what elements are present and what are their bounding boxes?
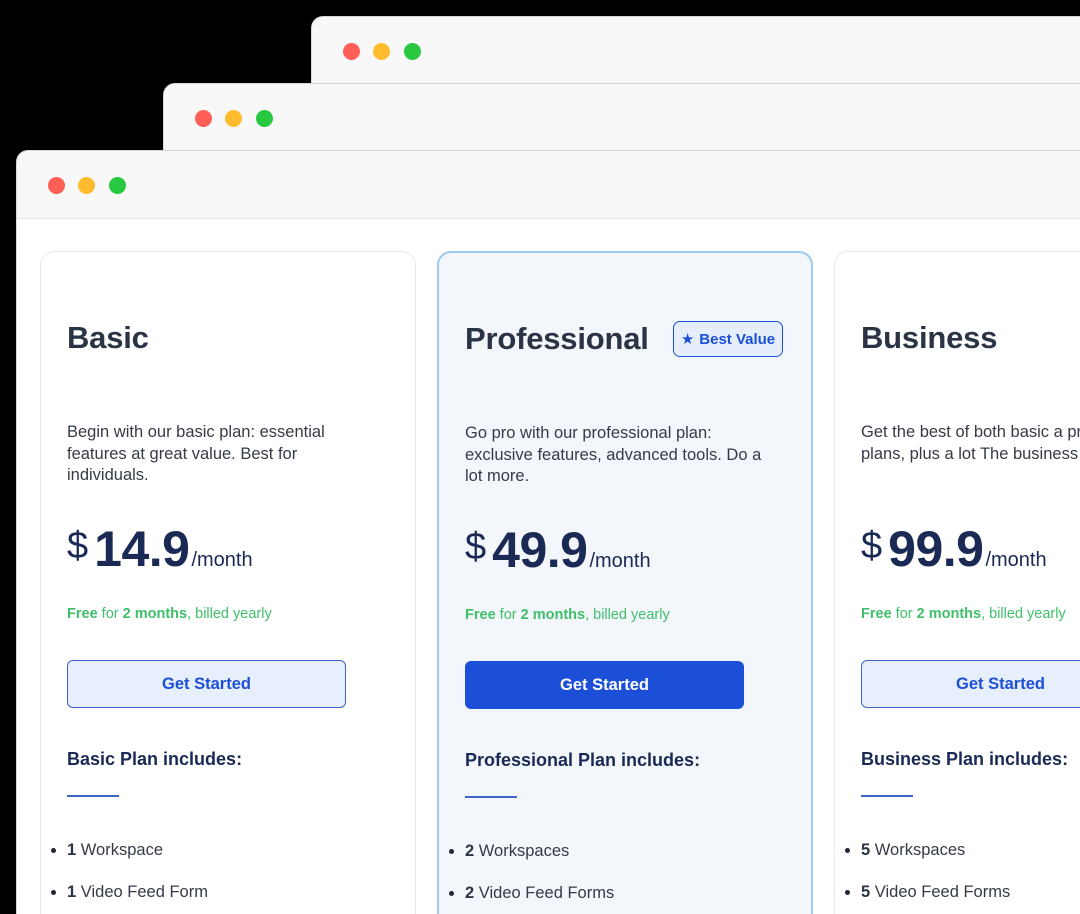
- billing-promo: Free for 2 months, billed yearly: [67, 606, 272, 622]
- feature-item: 1 Workspace: [51, 838, 208, 880]
- price-amount: 99.9: [888, 521, 984, 577]
- promo-months: 2 months: [122, 606, 188, 622]
- price-period: /month: [191, 549, 253, 571]
- promo-months: 2 months: [520, 607, 586, 623]
- promo-free: Free: [465, 607, 496, 623]
- billing-promo: Free for 2 months, billed yearly: [465, 607, 670, 623]
- maximize-window-button[interactable]: [109, 177, 126, 194]
- feature-count: 2: [465, 884, 475, 902]
- window-titlebar: [17, 151, 1080, 219]
- plan-price: $ 99.9 /month: [861, 520, 1047, 578]
- pricing-card-professional: Professional ★ Best Value Go pro with ou…: [437, 251, 813, 914]
- price-period: /month: [985, 549, 1047, 571]
- promo-billed: , billed yearly: [585, 607, 670, 623]
- feature-item: 2 Workspaces: [449, 839, 614, 881]
- promo-for: for: [97, 606, 123, 622]
- feature-count: 1: [67, 841, 77, 859]
- plan-name: Professional: [465, 321, 649, 356]
- close-window-button[interactable]: [48, 177, 65, 194]
- billing-promo: Free for 2 months, billed yearly: [861, 606, 1066, 622]
- promo-free: Free: [861, 606, 892, 622]
- minimize-window-button[interactable]: [78, 177, 95, 194]
- feature-label: Workspace: [76, 841, 163, 859]
- feature-list: 1 Workspace 1 Video Feed Form: [51, 838, 208, 914]
- promo-free: Free: [67, 606, 98, 622]
- plan-includes-title: Basic Plan includes:: [67, 749, 243, 769]
- feature-label: Workspaces: [870, 841, 966, 859]
- price-period: /month: [589, 550, 651, 572]
- badge-label: Best Value: [699, 330, 776, 348]
- browser-window-front: Basic Begin with our basic plan: essenti…: [16, 150, 1080, 914]
- pricing-card-basic: Basic Begin with our basic plan: essenti…: [40, 251, 416, 914]
- plan-name: Business: [861, 320, 998, 355]
- get-started-button[interactable]: Get Started: [861, 660, 1080, 708]
- plan-price: $ 14.9 /month: [67, 520, 253, 578]
- star-icon: ★: [680, 330, 695, 348]
- maximize-window-button[interactable]: [404, 43, 421, 60]
- plan-name: Basic: [67, 320, 149, 355]
- get-started-button[interactable]: Get Started: [465, 661, 744, 709]
- feature-count: 5: [861, 841, 871, 859]
- promo-billed: , billed yearly: [981, 606, 1066, 622]
- feature-label: Workspaces: [474, 842, 570, 860]
- section-divider: [465, 796, 517, 798]
- promo-for: for: [495, 607, 521, 623]
- plan-description: Go pro with our professional plan: exclu…: [465, 424, 762, 485]
- pricing-section: Basic Begin with our basic plan: essenti…: [17, 219, 1080, 914]
- window-titlebar: [312, 17, 1080, 85]
- close-window-button[interactable]: [195, 110, 212, 127]
- plan-price: $ 49.9 /month: [465, 521, 651, 579]
- window-titlebar: [164, 84, 1080, 152]
- pricing-card-business: Business Get the best of both basic a pr…: [834, 251, 1080, 914]
- close-window-button[interactable]: [343, 43, 360, 60]
- promo-for: for: [891, 606, 917, 622]
- get-started-button[interactable]: Get Started: [67, 660, 346, 708]
- feature-label: Video Feed Forms: [870, 883, 1011, 901]
- feature-item: 5 Video Feed Forms: [845, 880, 1010, 914]
- price-currency: $: [67, 525, 89, 567]
- price-currency: $: [861, 525, 883, 567]
- feature-label: Video Feed Form: [76, 883, 208, 901]
- promo-months: 2 months: [916, 606, 982, 622]
- section-divider: [67, 795, 119, 797]
- feature-count: 1: [67, 883, 77, 901]
- feature-list: 5 Workspaces 5 Video Feed Forms: [845, 838, 1010, 914]
- feature-count: 5: [861, 883, 871, 901]
- plan-includes-title: Business Plan includes:: [861, 749, 1069, 769]
- best-value-badge: ★ Best Value: [673, 321, 783, 357]
- maximize-window-button[interactable]: [256, 110, 273, 127]
- section-divider: [861, 795, 913, 797]
- feature-item: 2 Video Feed Forms: [449, 881, 614, 914]
- plan-description: Get the best of both basic a professiona…: [861, 423, 1080, 463]
- price-amount: 14.9: [94, 521, 190, 577]
- promo-billed: , billed yearly: [187, 606, 272, 622]
- price-currency: $: [465, 526, 487, 568]
- feature-count: 2: [465, 842, 475, 860]
- feature-list: 2 Workspaces 2 Video Feed Forms: [449, 839, 614, 914]
- minimize-window-button[interactable]: [225, 110, 242, 127]
- plan-includes-title: Professional Plan includes:: [465, 750, 701, 770]
- feature-label: Video Feed Forms: [474, 884, 615, 902]
- plan-description: Begin with our basic plan: essential fea…: [67, 423, 325, 484]
- minimize-window-button[interactable]: [373, 43, 390, 60]
- feature-item: 5 Workspaces: [845, 838, 1010, 880]
- feature-item: 1 Video Feed Form: [51, 880, 208, 914]
- price-amount: 49.9: [492, 522, 588, 578]
